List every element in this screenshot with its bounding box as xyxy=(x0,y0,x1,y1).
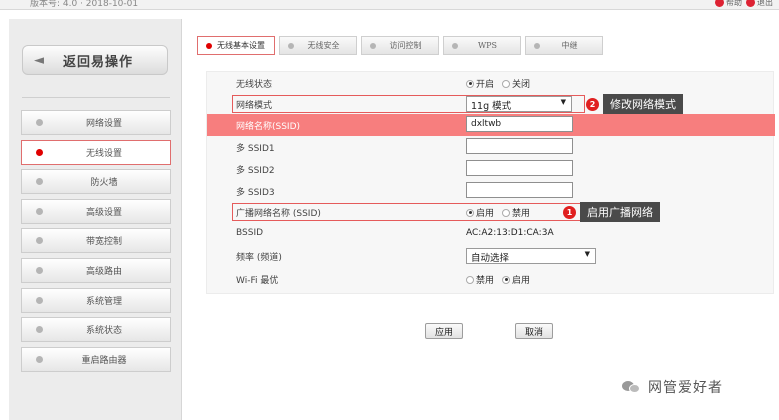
ssid-input[interactable]: dxltwb xyxy=(466,116,573,132)
multi-ssid1-input[interactable] xyxy=(466,138,573,154)
help-icon xyxy=(715,0,724,7)
wifi-optimize-disable-radio[interactable] xyxy=(466,275,474,284)
dropdown-arrow-icon: ▼ xyxy=(584,250,590,258)
exit-link[interactable]: 退出 xyxy=(746,0,773,8)
bullet-icon xyxy=(36,207,43,215)
wifi-optimize-enable-radio[interactable] xyxy=(502,275,511,284)
tab-access-control[interactable]: 访问控制 xyxy=(361,36,439,55)
bullet-icon xyxy=(452,42,458,49)
sidebar-divider xyxy=(22,97,170,98)
row-multi-ssid1: 多 SSID1 xyxy=(207,136,775,158)
tab-wireless-security[interactable]: 无线安全 xyxy=(279,36,357,55)
bssid-value: AC:A2:13:D1:CA:3A xyxy=(466,228,554,238)
row-wifi-optimize: Wi-Fi 最优 禁用 启用 xyxy=(207,268,775,290)
wireless-status-radios: 开启 关闭 xyxy=(466,77,538,90)
tab-wireless-basic[interactable]: 无线基本设置 xyxy=(197,36,275,55)
watermark: 网管爱好者 xyxy=(622,377,723,397)
sidebar-item-firewall[interactable]: 防火墙 xyxy=(21,169,171,195)
sidebar-item-network[interactable]: 网络设置 xyxy=(21,110,171,135)
main-content: 无线基本设置 无线安全 访问控制 WPS 中继 无线状态 开启 关闭 网络模式 … xyxy=(183,19,779,420)
wireless-settings-form: 无线状态 开启 关闭 网络模式 11g 模式 ▼ 网络名称(SSID) dxltw… xyxy=(206,71,775,294)
bullet-icon xyxy=(36,148,43,156)
sidebar-item-system-status[interactable]: 系统状态 xyxy=(21,317,171,343)
annotation-box-network-mode xyxy=(232,95,585,113)
exit-icon xyxy=(746,0,755,7)
tab-bar: 无线基本设置 无线安全 访问控制 WPS 中继 xyxy=(197,36,603,55)
sidebar-item-reboot[interactable]: 重启路由器 xyxy=(21,346,171,372)
wifi-optimize-radios: 禁用 启用 xyxy=(466,273,538,286)
sidebar: ◄ 返回易操作 网络设置 无线设置 防火墙 高级设置 带宽控制 高级路由 系统管… xyxy=(9,19,182,420)
tab-wps[interactable]: WPS xyxy=(443,36,521,55)
cancel-button[interactable]: 取消 xyxy=(515,323,553,339)
sidebar-item-bandwidth[interactable]: 带宽控制 xyxy=(21,228,171,254)
row-wireless-status: 无线状态 开启 关闭 xyxy=(207,72,775,94)
apply-button[interactable]: 应用 xyxy=(425,323,463,339)
sidebar-item-system-mgmt[interactable]: 系统管理 xyxy=(21,287,171,313)
channel-select[interactable]: 自动选择 ▼ xyxy=(466,248,596,264)
sidebar-menu: 网络设置 无线设置 防火墙 高级设置 带宽控制 高级路由 系统管理 系统状态 重… xyxy=(21,110,171,376)
row-ssid: 网络名称(SSID) dxltwb xyxy=(207,114,775,136)
top-icons: 帮助 退出 xyxy=(715,0,773,8)
bullet-icon xyxy=(288,42,294,49)
back-button-label: 返回易操作 xyxy=(63,54,134,70)
callout-modify-mode: 2 修改网络模式 xyxy=(586,94,683,114)
help-link[interactable]: 帮助 xyxy=(715,0,742,8)
back-arrow-icon: ◄ xyxy=(34,52,44,68)
tab-repeater[interactable]: 中继 xyxy=(525,36,603,55)
row-multi-ssid3: 多 SSID3 xyxy=(207,180,775,202)
bullet-icon xyxy=(36,266,43,274)
wireless-on-radio[interactable] xyxy=(466,79,474,88)
row-bssid: BSSID AC:A2:13:D1:CA:3A xyxy=(236,228,554,238)
sidebar-item-advanced[interactable]: 高级设置 xyxy=(21,198,171,224)
annotation-box-broadcast-ssid xyxy=(232,203,585,221)
wechat-icon xyxy=(622,379,642,395)
callout-enable-broadcast: 1 启用广播网络 xyxy=(563,202,660,222)
wireless-off-radio[interactable] xyxy=(502,79,511,88)
row-channel: 频率 (频道) 自动选择 ▼ xyxy=(207,245,775,267)
top-bar: 版本号: 4.0 · 2018-10-01 帮助 退出 xyxy=(0,0,779,10)
bullet-icon xyxy=(36,355,43,363)
bullet-icon xyxy=(36,296,43,304)
multi-ssid2-input[interactable] xyxy=(466,160,573,176)
multi-ssid3-input[interactable] xyxy=(466,182,573,198)
firmware-version: 版本号: 4.0 · 2018-10-01 xyxy=(30,0,139,9)
back-to-easy-mode-button[interactable]: ◄ 返回易操作 xyxy=(22,45,168,75)
sidebar-item-routing[interactable]: 高级路由 xyxy=(21,257,171,283)
bullet-icon xyxy=(36,119,43,126)
row-multi-ssid2: 多 SSID2 xyxy=(207,158,775,180)
sidebar-item-wireless[interactable]: 无线设置 xyxy=(21,139,171,165)
bullet-icon xyxy=(370,42,376,49)
bullet-icon xyxy=(534,42,540,49)
bullet-icon xyxy=(206,42,212,49)
